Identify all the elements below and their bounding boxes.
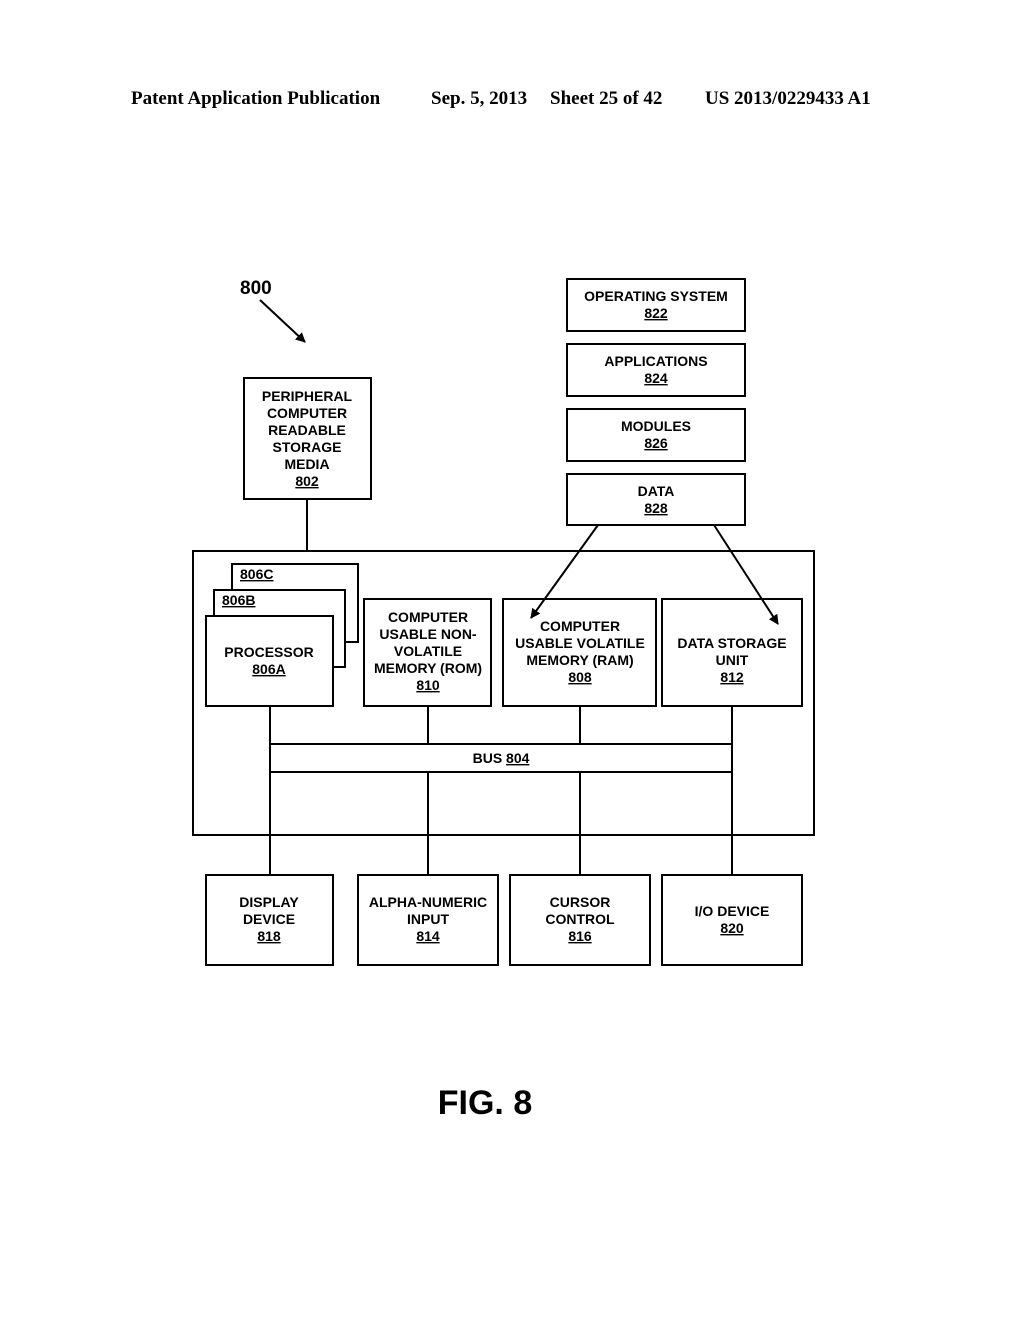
rom-ref: 810 (416, 677, 440, 693)
io-device-box: I/O DEVICE 820 (661, 874, 803, 966)
modules-ref: 826 (644, 435, 668, 451)
applications-box: APPLICATIONS 824 (566, 343, 746, 397)
storage-line: UNIT (716, 652, 749, 668)
cursor-line: CONTROL (545, 911, 615, 927)
io-line: I/O DEVICE (695, 903, 770, 919)
alpha-numeric-input-box: ALPHA-NUMERIC INPUT 814 (357, 874, 499, 966)
display-line: DEVICE (243, 911, 295, 927)
display-device-box: DISPLAY DEVICE 818 (205, 874, 334, 966)
processor-label: PROCESSOR (224, 644, 313, 660)
bus-label: BUS 804 (473, 750, 530, 766)
ram-line: MEMORY (RAM) (526, 652, 633, 668)
data-storage-unit-box: DATA STORAGE UNIT 812 (661, 598, 803, 707)
display-ref: 818 (257, 928, 281, 944)
figure-reference-800: 800 (240, 278, 272, 299)
bus-box: BUS 804 (269, 743, 733, 773)
storage-ref: 812 (720, 669, 744, 685)
data-ref: 828 (644, 500, 668, 516)
rom-line: COMPUTER (388, 609, 468, 625)
rom-box: COMPUTER USABLE NON- VOLATILE MEMORY (RO… (363, 598, 492, 707)
peripheral-line: STORAGE (273, 439, 342, 455)
peripheral-storage-box: PERIPHERAL COMPUTER READABLE STORAGE MED… (243, 377, 372, 500)
operating-system-box: OPERATING SYSTEM 822 (566, 278, 746, 332)
peripheral-line: COMPUTER (267, 405, 347, 421)
cursor-line: CURSOR (550, 894, 611, 910)
rom-line: MEMORY (ROM) (374, 660, 482, 676)
cursor-control-box: CURSOR CONTROL 816 (509, 874, 651, 966)
data-label: DATA (638, 483, 675, 499)
storage-line: DATA STORAGE (677, 635, 786, 651)
processor-806a-box: PROCESSOR 806A (205, 615, 334, 707)
reference-arrow (259, 299, 306, 343)
processor-806c-ref: 806C (240, 566, 273, 582)
modules-label: MODULES (621, 418, 691, 434)
processor-806a-ref: 806A (252, 661, 285, 677)
os-ref: 822 (644, 305, 668, 321)
rom-line: VOLATILE (394, 643, 462, 659)
alpha-line: INPUT (407, 911, 449, 927)
rom-line: USABLE NON- (379, 626, 477, 642)
display-line: DISPLAY (239, 894, 299, 910)
ram-line: COMPUTER (540, 618, 620, 634)
applications-label: APPLICATIONS (604, 353, 707, 369)
bus-ref: 804 (506, 750, 530, 766)
peripheral-line: READABLE (268, 422, 346, 438)
os-label: OPERATING SYSTEM (584, 288, 728, 304)
applications-ref: 824 (644, 370, 668, 386)
processor-806b-ref: 806B (222, 592, 255, 608)
peripheral-line: MEDIA (284, 456, 329, 472)
ram-box: COMPUTER USABLE VOLATILE MEMORY (RAM) 80… (502, 598, 657, 707)
io-ref: 820 (720, 920, 744, 936)
bus-label-text: BUS (473, 750, 503, 766)
peripheral-line: PERIPHERAL (262, 388, 353, 404)
alpha-line: ALPHA-NUMERIC (369, 894, 487, 910)
data-box: DATA 828 (566, 473, 746, 526)
modules-box: MODULES 826 (566, 408, 746, 462)
ram-line: USABLE VOLATILE (515, 635, 645, 651)
peripheral-ref: 802 (295, 473, 319, 489)
alpha-ref: 814 (416, 928, 440, 944)
figure-caption: FIG. 8 (438, 1084, 532, 1122)
block-diagram: 800 OPERATING SYSTEM 822 APPLICATIONS 82… (192, 278, 815, 1122)
ram-ref: 808 (568, 669, 592, 685)
cursor-ref: 816 (568, 928, 592, 944)
